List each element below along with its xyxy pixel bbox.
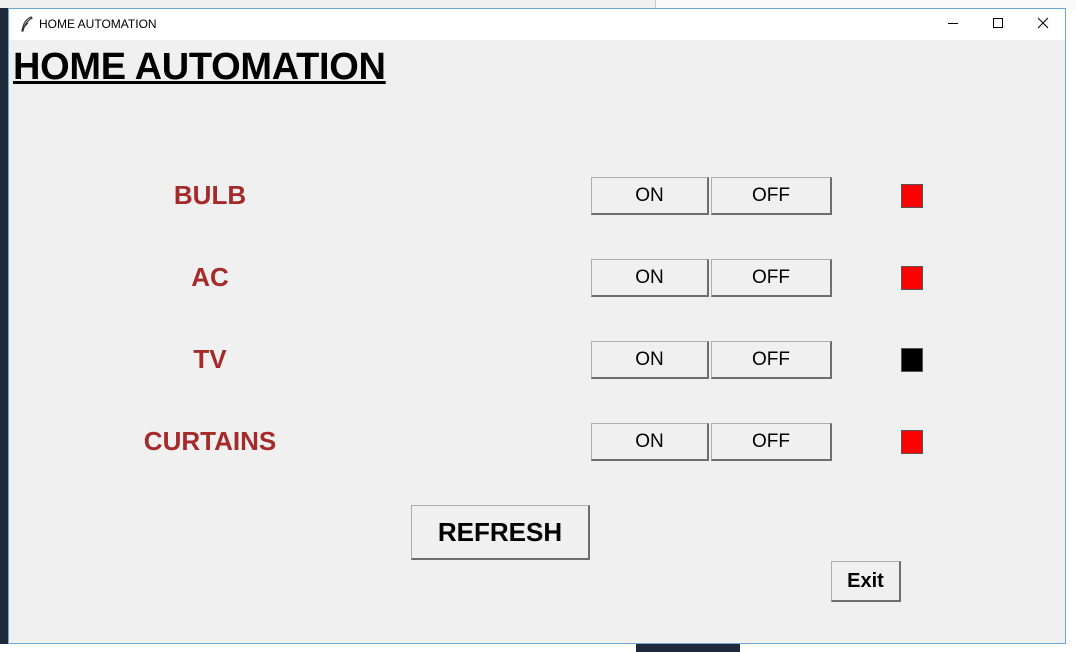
title-bar[interactable]: HOME AUTOMATION [9, 9, 1065, 40]
curtains-status-indicator [901, 430, 923, 454]
background-bottom [0, 644, 1076, 652]
device-label-tv: TV [193, 344, 227, 374]
background-menu-strip [0, 0, 655, 8]
feather-icon [20, 16, 34, 32]
page-title: HOME AUTOMATION [13, 46, 386, 88]
minimize-icon [947, 16, 959, 34]
refresh-button[interactable]: REFRESH [411, 505, 590, 560]
device-label-bulb: BULB [173, 180, 247, 210]
close-icon [1037, 16, 1049, 34]
close-button[interactable] [1020, 9, 1066, 40]
device-label-curtains: CURTAINS [143, 426, 277, 456]
tv-status-indicator [901, 348, 923, 372]
minimize-button[interactable] [930, 9, 976, 40]
device-label-ac: AC [191, 262, 229, 292]
ac-status-indicator [901, 266, 923, 290]
maximize-button[interactable] [975, 9, 1021, 40]
curtains-on-button[interactable]: ON [591, 423, 709, 461]
maximize-icon [992, 16, 1004, 34]
ac-off-button[interactable]: OFF [711, 259, 832, 297]
bulb-status-indicator [901, 184, 923, 208]
bulb-off-button[interactable]: OFF [711, 177, 832, 215]
exit-button[interactable]: Exit [831, 561, 901, 602]
tv-on-button[interactable]: ON [591, 341, 709, 379]
background-ide-bottom [636, 644, 740, 652]
app-window: HOME AUTOMATION HOME AUTOMATION BULB ON … [8, 8, 1066, 644]
ac-on-button[interactable]: ON [591, 259, 709, 297]
window-title: HOME AUTOMATION [39, 17, 157, 31]
bulb-on-button[interactable]: ON [591, 177, 709, 215]
tv-off-button[interactable]: OFF [711, 341, 832, 379]
curtains-off-button[interactable]: OFF [711, 423, 832, 461]
